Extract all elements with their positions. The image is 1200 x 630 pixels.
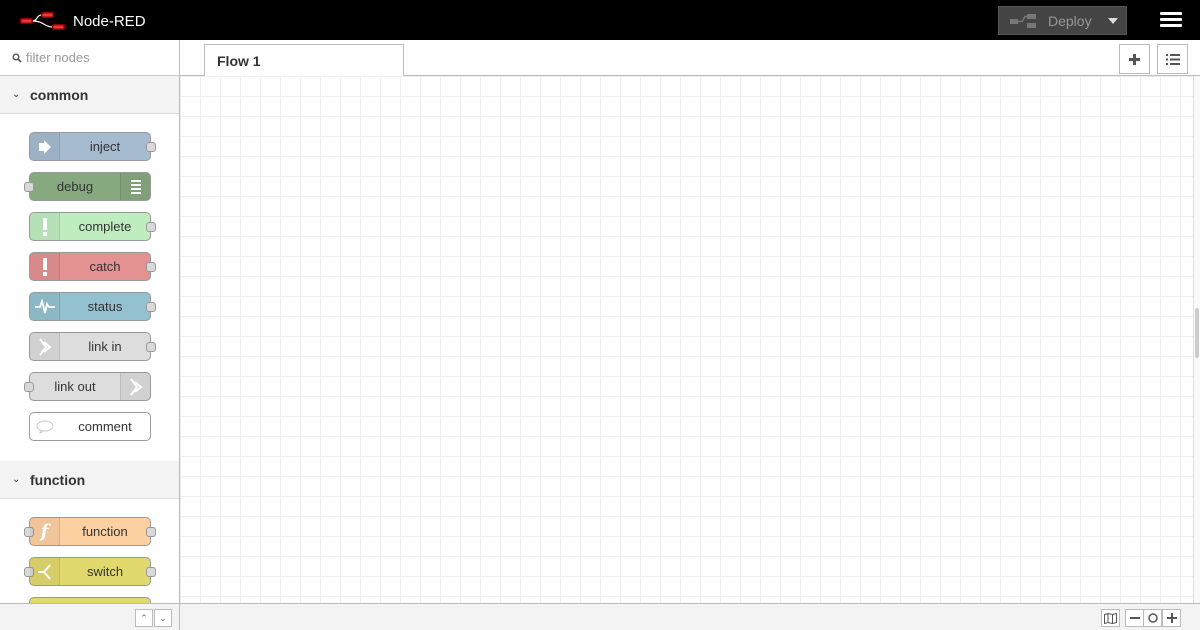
filter-nodes-input[interactable] [26, 50, 176, 65]
output-port [146, 302, 156, 312]
node-label: switch [86, 564, 124, 579]
output-port [146, 567, 156, 577]
output-port [146, 222, 156, 232]
deploy-options-dropdown[interactable] [1099, 7, 1126, 34]
speech-bubble-icon [30, 413, 60, 440]
chevron-down-icon: ⌄ [12, 89, 21, 100]
node-label: complete [78, 219, 132, 234]
circle-icon [1147, 613, 1158, 623]
palette-node-status[interactable]: status [29, 292, 156, 321]
deploy-button[interactable]: Deploy [998, 6, 1127, 35]
chevron-down-icon: ⌄ [12, 474, 21, 485]
node-label: comment [78, 419, 132, 434]
palette-node-comment[interactable]: comment [29, 412, 151, 441]
node-label: status [87, 299, 123, 314]
alert-icon [30, 253, 60, 280]
category-header-common[interactable]: ⌄ common [0, 76, 179, 114]
palette-node-debug[interactable]: debug [24, 172, 151, 201]
workspace-tabs: Flow 1 [180, 40, 1200, 77]
map-icon [1104, 612, 1117, 624]
deploy-main-button[interactable]: Deploy [999, 7, 1099, 34]
double-chevron-up-icon: ⌃ [140, 612, 148, 623]
scrollbar-thumb[interactable] [1195, 308, 1199, 358]
output-port [146, 342, 156, 352]
node-label: function [82, 524, 128, 539]
caret-down-icon [1107, 17, 1118, 24]
tab-flow-1[interactable]: Flow 1 [204, 44, 404, 77]
zoom-out-button[interactable] [1125, 609, 1144, 627]
node-label: link out [54, 379, 96, 394]
arrow-in-icon [30, 133, 60, 160]
link-icon [30, 333, 60, 360]
palette-node-function[interactable]: f function [24, 517, 156, 546]
palette-node-switch[interactable]: switch [24, 557, 156, 586]
node-palette: ⌄ common inject debug [0, 40, 180, 630]
list-icon [1165, 53, 1180, 65]
app-title: Node-RED [73, 12, 146, 30]
workspace-footer [180, 603, 1200, 630]
node-label: link in [88, 339, 122, 354]
node-label: debug [56, 179, 94, 194]
palette-filter[interactable] [0, 40, 179, 76]
alert-icon [30, 213, 60, 240]
node-label: catch [89, 259, 121, 274]
minus-icon [1129, 617, 1140, 619]
zoom-in-button[interactable] [1162, 609, 1181, 627]
zoom-reset-button[interactable] [1143, 609, 1162, 627]
output-port [146, 142, 156, 152]
category-header-function[interactable]: ⌄ function [0, 461, 179, 499]
palette-node-link-out[interactable]: link out [24, 372, 151, 401]
header-bar: Node-RED Deploy [0, 0, 1200, 40]
double-chevron-down-icon: ⌄ [159, 612, 167, 623]
tab-label: Flow 1 [217, 52, 261, 69]
deploy-label: Deploy [1048, 12, 1092, 29]
main-menu-button[interactable] [1160, 12, 1182, 30]
add-flow-button[interactable] [1119, 44, 1150, 74]
palette-footer: ⌃ ⌄ [0, 603, 179, 630]
deploy-icon [1010, 13, 1036, 28]
output-port [146, 262, 156, 272]
plus-icon [1166, 613, 1177, 623]
collapse-all-button[interactable]: ⌃ [135, 609, 153, 627]
function-icon: f [30, 518, 60, 545]
category-body-common: inject debug complete catch status link … [0, 114, 179, 461]
node-label: inject [89, 139, 121, 154]
category-body-function: f function switch [0, 499, 179, 603]
hamburger-icon [1160, 12, 1182, 15]
list-flows-button[interactable] [1157, 44, 1188, 74]
link-icon [120, 373, 150, 400]
category-label: function [30, 471, 86, 488]
palette-node-complete[interactable]: complete [29, 212, 156, 241]
workspace-canvas[interactable] [180, 76, 1193, 603]
switch-icon [30, 558, 60, 585]
palette-node-catch[interactable]: catch [29, 252, 156, 281]
navigator-button[interactable] [1101, 609, 1120, 627]
palette-node-inject[interactable]: inject [29, 132, 156, 161]
list-icon [120, 173, 150, 200]
output-port [146, 527, 156, 537]
app-logo: Node-RED [19, 10, 146, 32]
vertical-scrollbar[interactable] [1193, 76, 1200, 603]
plus-icon [1129, 53, 1140, 65]
node-red-logo-icon [20, 12, 65, 30]
category-label: common [30, 86, 89, 103]
palette-node-link-in[interactable]: link in [29, 332, 156, 361]
expand-all-button[interactable]: ⌄ [154, 609, 172, 627]
search-icon [12, 53, 22, 63]
pulse-icon [30, 293, 60, 320]
node-red-editor: Node-RED Deploy filter nodes ⌄ common in… [0, 0, 1200, 630]
